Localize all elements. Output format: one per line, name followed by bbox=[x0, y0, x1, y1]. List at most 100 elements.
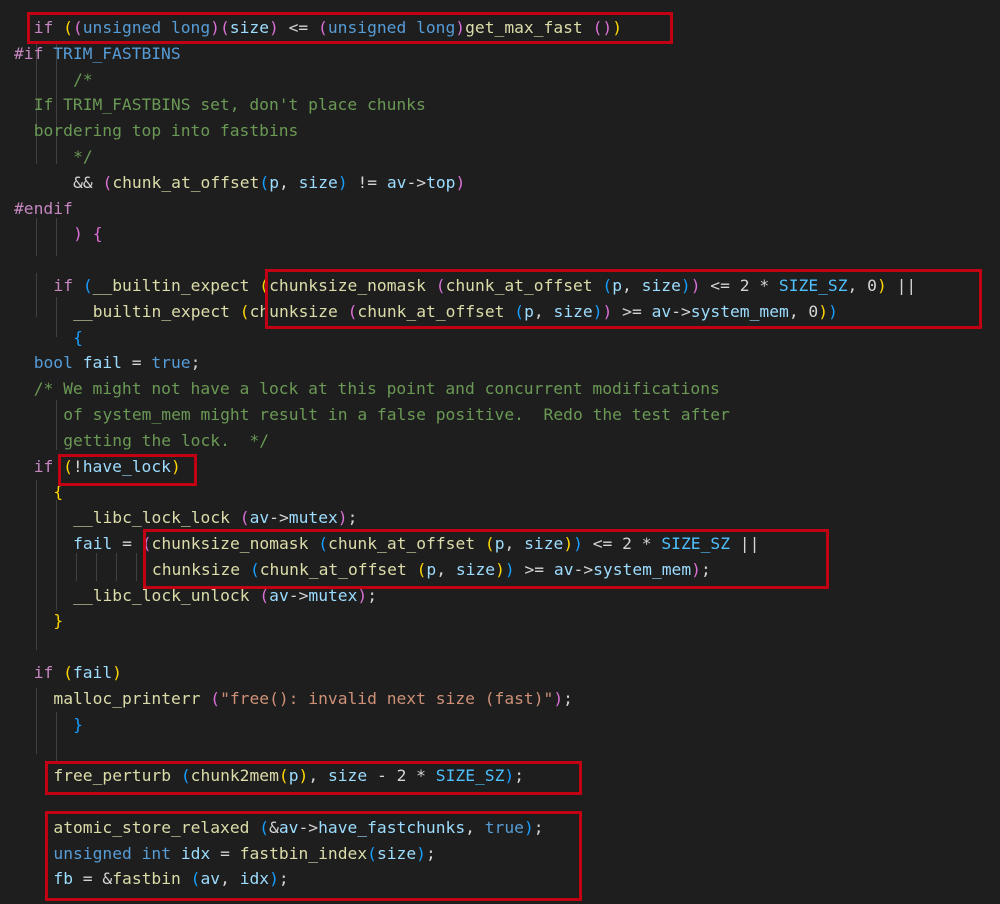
code-token: If TRIM_FASTBINS set, don't place chunks bbox=[33, 95, 426, 115]
code-line[interactable]: } bbox=[53, 608, 63, 634]
code-token: __libc_lock_lock bbox=[73, 508, 230, 528]
code-line[interactable]: ) { bbox=[73, 221, 102, 247]
code-line[interactable]: malloc_printerr ("free(): invalid next s… bbox=[53, 686, 573, 712]
code-token: /* bbox=[73, 69, 93, 89]
code-token: "free(): invalid next size (fast)" bbox=[220, 688, 554, 708]
code-token: ) bbox=[73, 224, 83, 244]
indent-guide bbox=[76, 553, 77, 581]
code-token: ) bbox=[553, 688, 564, 708]
code-token: true bbox=[151, 353, 191, 373]
indent-guide bbox=[136, 553, 137, 581]
code-token: if bbox=[33, 456, 54, 476]
code-token: ) bbox=[112, 663, 122, 682]
code-token: } bbox=[73, 714, 83, 734]
code-token: } bbox=[53, 611, 64, 631]
code-line[interactable]: && (chunk_at_offset(p, size) != av->top) bbox=[73, 170, 465, 196]
code-line[interactable]: bordering top into fastbins bbox=[34, 118, 299, 144]
code-token: ) bbox=[337, 172, 348, 192]
highlight-box-max-fast bbox=[27, 12, 673, 44]
indent-guide bbox=[56, 400, 57, 450]
code-editor[interactable]: if ((unsigned long)(size) <= (unsigned l… bbox=[0, 0, 1000, 904]
code-token: fail bbox=[72, 663, 113, 682]
code-token: ( bbox=[259, 172, 270, 192]
highlight-box-free-perturb bbox=[45, 761, 582, 795]
code-token: -> bbox=[406, 172, 427, 192]
code-token: */ bbox=[73, 147, 93, 166]
code-line[interactable]: bool fail = true; bbox=[34, 350, 201, 376]
code-line[interactable]: __libc_lock_lock (av->mutex); bbox=[73, 505, 357, 531]
code-token: TRIM_FASTBINS bbox=[53, 43, 181, 63]
code-line[interactable]: getting the lock. */ bbox=[63, 428, 269, 454]
code-token: p bbox=[269, 172, 279, 192]
code-token: ( bbox=[102, 172, 113, 192]
highlight-box-have-lock bbox=[58, 454, 197, 486]
code-token: ( bbox=[82, 276, 93, 295]
code-token: != bbox=[347, 172, 387, 192]
code-token: fail bbox=[73, 534, 113, 553]
code-line[interactable]: If TRIM_FASTBINS set, don't place chunks bbox=[34, 92, 426, 118]
code-token: av bbox=[249, 508, 270, 528]
highlight-box-fastbin-setup bbox=[45, 811, 582, 901]
code-line[interactable]: /* bbox=[73, 67, 93, 93]
code-token: bool bbox=[33, 353, 73, 373]
indent-guide bbox=[36, 480, 37, 650]
code-token: , bbox=[279, 172, 299, 192]
code-token: av bbox=[386, 172, 407, 192]
code-token: ( bbox=[239, 301, 250, 321]
highlight-box-builtin-expect bbox=[265, 269, 982, 329]
code-token: size bbox=[298, 172, 338, 192]
code-line[interactable]: #endif bbox=[14, 196, 73, 222]
code-token: ( bbox=[239, 508, 250, 528]
indent-guide bbox=[56, 297, 57, 337]
code-token: __builtin_expect bbox=[73, 301, 230, 321]
indent-guide bbox=[36, 688, 37, 754]
code-token: getting the lock. */ bbox=[63, 430, 270, 450]
code-token: = bbox=[121, 353, 152, 373]
code-token: bordering top into fastbins bbox=[33, 121, 299, 141]
code-line[interactable]: { bbox=[73, 325, 83, 351]
code-line[interactable]: */ bbox=[73, 144, 93, 170]
code-token: ) bbox=[455, 172, 466, 192]
code-token: chunk_at_offset bbox=[112, 172, 260, 192]
code-line[interactable]: if (fail) bbox=[34, 660, 122, 686]
code-line[interactable]: of system_mem might result in a false po… bbox=[63, 402, 730, 428]
code-token: ( bbox=[63, 663, 73, 682]
code-token: if bbox=[33, 663, 54, 682]
code-token: { bbox=[73, 327, 83, 347]
code-token: -> bbox=[269, 508, 289, 528]
code-token: mutex bbox=[288, 508, 338, 528]
code-token: top bbox=[426, 172, 456, 192]
code-line[interactable]: } bbox=[73, 712, 83, 738]
code-token: { bbox=[92, 224, 103, 244]
indent-guide bbox=[56, 500, 57, 610]
code-token: malloc_printerr bbox=[53, 688, 201, 708]
code-token: fail bbox=[82, 353, 122, 373]
code-token: #if bbox=[14, 43, 44, 63]
code-token: && bbox=[73, 172, 103, 192]
code-token: __builtin_expect bbox=[92, 276, 250, 295]
indent-guide bbox=[116, 553, 117, 581]
highlight-box-fail-check bbox=[143, 529, 829, 589]
code-token: = bbox=[112, 534, 142, 553]
code-line[interactable]: /* We might not have a lock at this poin… bbox=[34, 376, 720, 402]
indent-guide bbox=[96, 553, 97, 581]
code-token: ; bbox=[563, 688, 573, 708]
code-token: #endif bbox=[14, 198, 73, 218]
indent-guide bbox=[36, 273, 37, 317]
code-token: ; bbox=[190, 353, 201, 373]
code-line[interactable]: #if TRIM_FASTBINS bbox=[14, 41, 181, 67]
code-token: if bbox=[53, 276, 73, 295]
code-token: ( bbox=[210, 688, 221, 708]
code-token: /* We might not have a lock at this poin… bbox=[33, 379, 720, 399]
indent-guide bbox=[56, 712, 57, 762]
code-token: ) bbox=[337, 508, 348, 528]
